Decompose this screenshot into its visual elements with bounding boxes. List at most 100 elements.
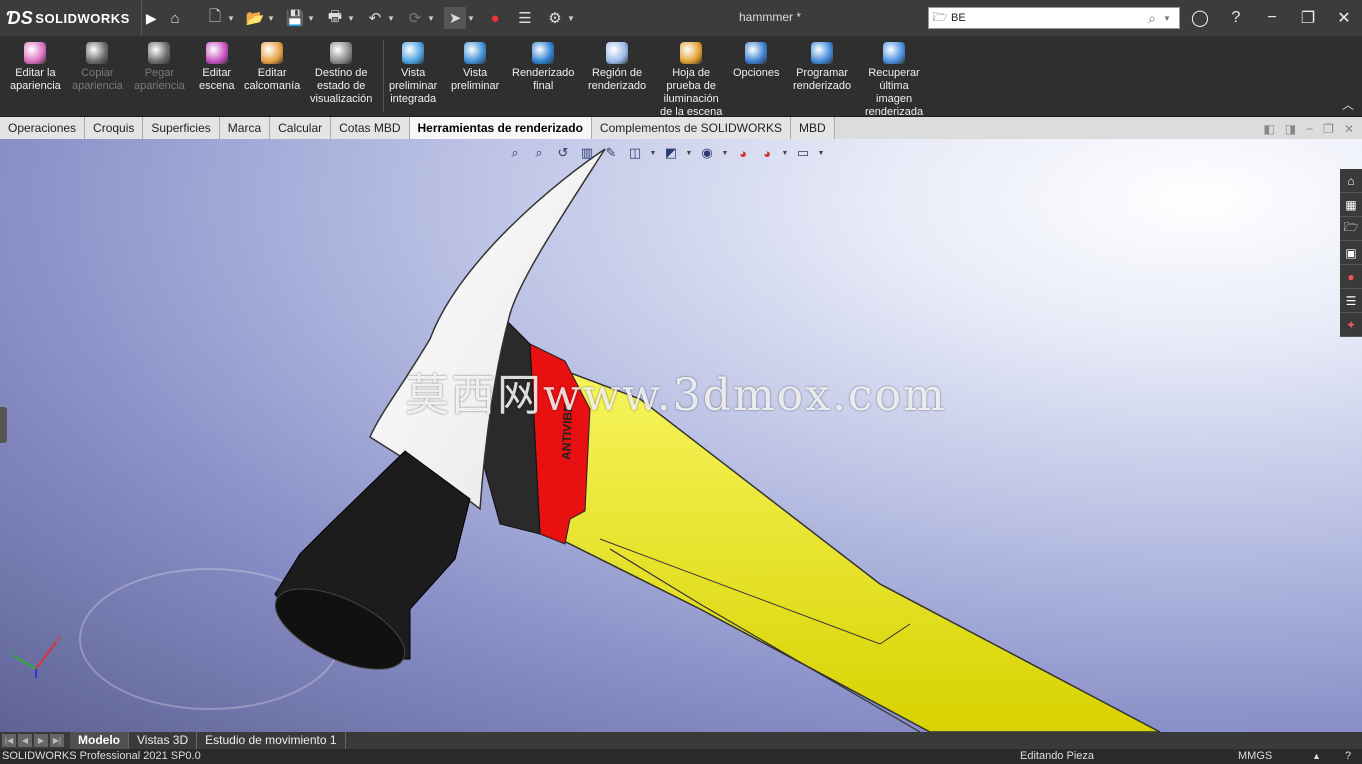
- ribbon-button-label: renderizado: [793, 80, 852, 92]
- tile-right-icon[interactable]: ◨: [1285, 122, 1296, 136]
- ribbon-button-12[interactable]: Programar renderizado: [793, 40, 851, 93]
- first-tab-icon[interactable]: |◀: [2, 734, 16, 747]
- model-tab-1[interactable]: Vistas 3D: [129, 732, 198, 749]
- model-tab-0[interactable]: Modelo: [70, 732, 129, 749]
- home-icon[interactable]: ⌂: [164, 7, 186, 29]
- select-cursor-icon[interactable]: ➤: [444, 7, 466, 29]
- undo-icon[interactable]: ↶: [364, 7, 386, 29]
- chevron-down-icon[interactable]: ▼: [1163, 14, 1175, 23]
- minimize-icon[interactable]: −: [1254, 9, 1290, 27]
- last-tab-icon[interactable]: ▶|: [50, 734, 64, 747]
- tab-1[interactable]: Croquis: [85, 117, 144, 139]
- tile-left-icon[interactable]: ◧: [1263, 122, 1274, 136]
- file-properties-icon[interactable]: ☰: [514, 7, 536, 29]
- appearances-scenes-icon[interactable]: ●: [1340, 265, 1362, 289]
- rebuild-icon[interactable]: ⟳: [404, 7, 426, 29]
- help-icon[interactable]: ?: [1345, 749, 1351, 764]
- viewport-window-controls: ◧ ◨ − ❐ ✕: [1263, 122, 1354, 136]
- open-icon[interactable]: 📂: [244, 7, 266, 29]
- custom-properties-icon[interactable]: ☰: [1340, 289, 1362, 313]
- tab-0[interactable]: Operaciones: [0, 117, 86, 139]
- feature-manager-handle[interactable]: [0, 407, 7, 443]
- tab-7[interactable]: Complementos de SOLIDWORKS: [591, 117, 791, 139]
- chevron-down-icon[interactable]: ▼: [817, 143, 825, 163]
- close-icon[interactable]: ✕: [1344, 122, 1354, 136]
- ribbon-button-3[interactable]: Editar escena: [199, 40, 234, 93]
- tab-4[interactable]: Calcular: [270, 117, 332, 139]
- collapse-ribbon-icon[interactable]: ︿: [1342, 96, 1354, 113]
- prev-tab-icon[interactable]: ◀: [18, 734, 32, 747]
- tab-6[interactable]: Herramientas de renderizado: [409, 117, 592, 139]
- view-palette-icon[interactable]: ▣: [1340, 241, 1362, 265]
- close-icon[interactable]: ✕: [1326, 8, 1362, 28]
- ribbon-button-7[interactable]: Vista preliminar: [451, 40, 499, 93]
- ribbon-button-label: integrada: [390, 93, 437, 105]
- chevron-up-icon[interactable]: ▲: [1312, 749, 1321, 764]
- chevron-down-icon[interactable]: ▼: [226, 14, 236, 23]
- chevron-down-icon[interactable]: ▼: [649, 143, 657, 163]
- apply-scene-icon[interactable]: ◕: [757, 143, 777, 163]
- chevron-down-icon[interactable]: ▼: [566, 14, 576, 23]
- chevron-down-icon[interactable]: ▼: [685, 143, 693, 163]
- chevron-down-icon[interactable]: ▼: [466, 14, 476, 23]
- search-input[interactable]: [951, 12, 1141, 24]
- chevron-down-icon[interactable]: ▼: [306, 14, 316, 23]
- edit-appearance-icon[interactable]: ◕: [733, 143, 753, 163]
- ribbon-button-4[interactable]: Editar calcomanía: [244, 40, 300, 93]
- view-orientation-icon[interactable]: ◫: [625, 143, 645, 163]
- ribbon-button-label: imagen: [876, 93, 913, 105]
- solidworks-logo[interactable]: ƊS SOLIDWORKS ▶: [0, 0, 157, 36]
- chevron-down-icon[interactable]: ▼: [721, 143, 729, 163]
- next-tab-icon[interactable]: ▶: [34, 734, 48, 747]
- ribbon-button-icon: [24, 42, 47, 64]
- tab-8[interactable]: MBD: [790, 117, 835, 139]
- solidworks-forum-icon[interactable]: ✦: [1340, 313, 1362, 337]
- menu-expand-icon[interactable]: ▶: [146, 10, 157, 27]
- previous-view-icon[interactable]: ↺: [553, 143, 573, 163]
- ribbon-button-11[interactable]: Opciones: [733, 40, 779, 80]
- ribbon-button-5[interactable]: Destino de estado de visualización: [310, 40, 372, 106]
- chevron-down-icon[interactable]: ▼: [266, 14, 276, 23]
- display-style-icon[interactable]: ◩: [661, 143, 681, 163]
- ribbon-button-10[interactable]: Hoja de prueba de iluminación de la escena: [660, 40, 722, 119]
- unit-system[interactable]: MMGS: [1238, 749, 1272, 764]
- hammer-model[interactable]: ANTIVIBE: [0, 139, 1362, 732]
- chevron-down-icon[interactable]: ▼: [426, 14, 436, 23]
- hide-show-items-icon[interactable]: ◉: [697, 143, 717, 163]
- ribbon-button-9[interactable]: Región de renderizado: [588, 40, 646, 93]
- solidworks-resources-icon[interactable]: ⌂: [1340, 169, 1362, 193]
- zoom-to-fit-icon[interactable]: ⌕: [505, 143, 525, 163]
- chevron-down-icon[interactable]: ▼: [346, 14, 356, 23]
- tab-5[interactable]: Cotas MBD: [331, 117, 410, 139]
- ribbon-button-8[interactable]: Renderizado final: [512, 40, 574, 93]
- tab-3[interactable]: Marca: [219, 117, 271, 139]
- ribbon-button-0[interactable]: Editar la apariencia: [10, 40, 61, 93]
- ribbon-button-2[interactable]: Pegar apariencia: [134, 40, 185, 93]
- model-tab-2[interactable]: Estudio de movimiento 1: [197, 732, 346, 749]
- tab-2[interactable]: Superficies: [143, 117, 220, 139]
- restore-icon[interactable]: ❐: [1323, 122, 1334, 136]
- minimize-icon[interactable]: −: [1306, 122, 1313, 136]
- user-icon[interactable]: ◯: [1182, 8, 1218, 28]
- view-settings-icon[interactable]: ▭: [793, 143, 813, 163]
- save-icon[interactable]: 💾: [284, 7, 306, 29]
- help-icon[interactable]: ?: [1218, 9, 1254, 27]
- traffic-light-icon[interactable]: ●: [484, 7, 506, 29]
- gear-icon[interactable]: ⚙: [544, 7, 566, 29]
- print-icon[interactable]: 🖶: [324, 7, 346, 29]
- section-view-icon[interactable]: ▥: [577, 143, 597, 163]
- restore-icon[interactable]: ❐: [1290, 8, 1326, 28]
- chevron-down-icon[interactable]: ▼: [781, 143, 789, 163]
- file-explorer-icon[interactable]: 🗁: [1340, 217, 1362, 241]
- new-document-icon[interactable]: 🗋: [204, 7, 226, 29]
- search-box[interactable]: 🗁 ⌕ ▼: [928, 7, 1180, 29]
- chevron-down-icon[interactable]: ▼: [386, 14, 396, 23]
- ribbon-button-13[interactable]: Recuperar última imagen renderizada: [865, 40, 923, 119]
- graphics-area[interactable]: ANTIVIBE 莫西网www.3dmox.com ⌕ ⌕ ↺ ▥ ✎ ◫ ▼ ◩…: [0, 139, 1362, 732]
- search-icon[interactable]: ⌕: [1141, 10, 1163, 27]
- dynamic-annotation-icon[interactable]: ✎: [601, 143, 621, 163]
- ribbon-button-6[interactable]: Vista preliminar integrada: [389, 40, 437, 106]
- design-library-icon[interactable]: ▦: [1340, 193, 1362, 217]
- ribbon-button-1[interactable]: Copiar apariencia: [72, 40, 123, 93]
- zoom-to-area-icon[interactable]: ⌕: [529, 143, 549, 163]
